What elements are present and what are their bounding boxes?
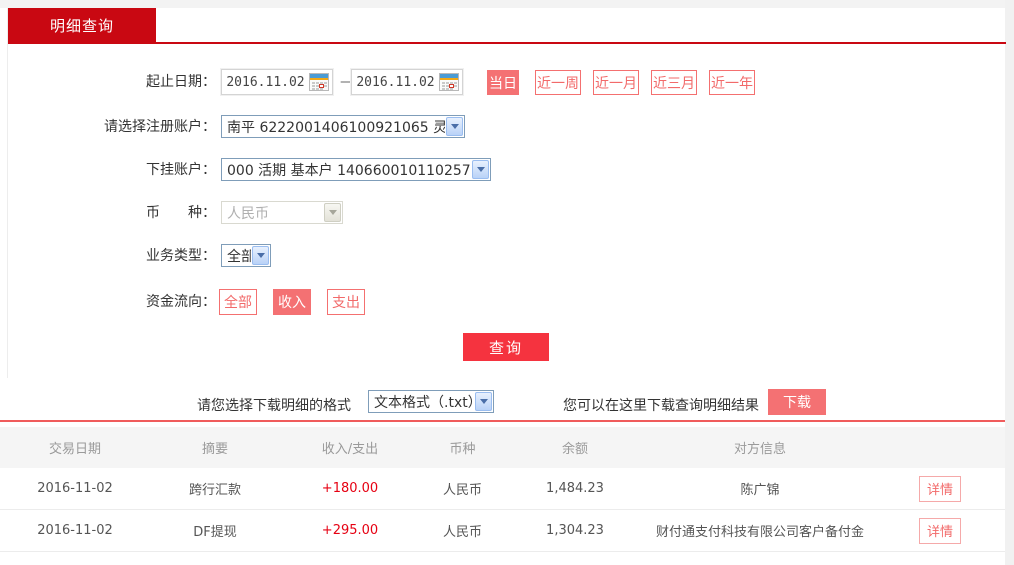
cell-counterparty: 财付通支付科技有限公司客户备付金 <box>645 521 875 540</box>
sub-account-select[interactable]: 000 活期 基本户 1406600101102571848 <box>221 158 491 181</box>
download-format-label: 请您选择下载明细的格式 <box>197 395 351 415</box>
chevron-down-icon <box>324 203 341 222</box>
cell-currency: 人民币 <box>420 521 505 540</box>
cell-currency: 人民币 <box>420 479 505 498</box>
header-date: 交易日期 <box>0 438 150 457</box>
detail-button[interactable]: 详情 <box>919 476 961 502</box>
fund-flow-label: 资金流向： <box>8 289 216 315</box>
register-account-value: 南平 6222001406100921065 灵通卡 <box>222 117 445 137</box>
download-format-select[interactable]: 文本格式（.txt） <box>368 390 494 413</box>
header-currency: 币种 <box>420 438 505 457</box>
quick-range-3month-button[interactable]: 近三月 <box>651 70 697 95</box>
quick-range-week-button[interactable]: 近一周 <box>535 70 581 95</box>
cell-summary: 跨行汇款 <box>150 479 280 498</box>
business-type-select[interactable]: 全部 <box>221 244 271 267</box>
right-gutter <box>1005 0 1014 565</box>
sub-account-value: 000 活期 基本户 1406600101102571848 <box>222 160 471 180</box>
header-counterparty: 对方信息 <box>645 438 875 457</box>
cell-date: 2016-11-02 <box>0 481 150 496</box>
business-type-value: 全部 <box>222 246 251 266</box>
table-row: 2016-11-02 跨行汇款 +180.00 人民币 1,484.23 陈广锦… <box>0 468 1005 510</box>
start-date-input[interactable]: 2016.11.02 <box>221 69 333 95</box>
section-divider <box>0 420 1005 422</box>
header-balance: 余额 <box>505 438 645 457</box>
register-account-label: 请选择注册账户： <box>8 114 216 140</box>
chevron-down-icon[interactable] <box>252 246 269 265</box>
detail-button[interactable]: 详情 <box>919 518 961 544</box>
tab-underline <box>8 42 1006 44</box>
quick-range-year-button[interactable]: 近一年 <box>709 70 755 95</box>
calendar-icon[interactable] <box>439 73 459 91</box>
fund-flow-expense-button[interactable]: 支出 <box>327 289 365 315</box>
quick-range-month-button[interactable]: 近一月 <box>593 70 639 95</box>
date-range-label: 起止日期： <box>8 69 216 95</box>
cell-summary: DF提现 <box>150 521 280 540</box>
calendar-icon[interactable] <box>309 73 329 91</box>
quick-range-today-button[interactable]: 当日 <box>487 70 519 95</box>
fund-flow-all-button[interactable]: 全部 <box>219 289 257 315</box>
cell-amount: +295.00 <box>280 523 420 538</box>
result-table: 交易日期 摘要 收入/支出 币种 余额 对方信息 2016-11-02 跨行汇款… <box>0 427 1005 552</box>
cell-amount: +180.00 <box>280 481 420 496</box>
start-date-value: 2016.11.02 <box>222 75 309 90</box>
currency-select: 人民币 <box>221 201 343 224</box>
business-type-label: 业务类型： <box>8 243 216 269</box>
register-account-select[interactable]: 南平 6222001406100921065 灵通卡 <box>221 115 465 138</box>
currency-value: 人民币 <box>222 203 323 223</box>
end-date-value: 2016.11.02 <box>352 75 439 90</box>
download-button[interactable]: 下载 <box>768 389 826 415</box>
header-summary: 摘要 <box>150 438 280 457</box>
table-header-row: 交易日期 摘要 收入/支出 币种 余额 对方信息 <box>0 427 1005 468</box>
chevron-down-icon[interactable] <box>472 160 489 179</box>
cell-counterparty: 陈广锦 <box>645 479 875 498</box>
cell-balance: 1,304.23 <box>505 523 645 538</box>
currency-label: 币 种： <box>8 200 216 226</box>
top-strip <box>0 0 1005 8</box>
cell-date: 2016-11-02 <box>0 523 150 538</box>
query-button[interactable]: 查询 <box>463 333 549 361</box>
fund-flow-income-button[interactable]: 收入 <box>273 289 311 315</box>
header-amount: 收入/支出 <box>280 438 420 457</box>
cell-balance: 1,484.23 <box>505 481 645 496</box>
query-form-panel: 明细查询 起止日期： 2016.11.02 — 2016.11.02 当日 近一… <box>7 8 1005 378</box>
tab-detail-query[interactable]: 明细查询 <box>8 8 156 42</box>
table-row: 2016-11-02 DF提现 +295.00 人民币 1,304.23 财付通… <box>0 510 1005 552</box>
sub-account-label: 下挂账户： <box>8 157 216 183</box>
chevron-down-icon[interactable] <box>475 392 492 411</box>
download-hint-label: 您可以在这里下载查询明细结果 <box>563 395 759 415</box>
chevron-down-icon[interactable] <box>446 117 463 136</box>
end-date-input[interactable]: 2016.11.02 <box>351 69 463 95</box>
download-format-value: 文本格式（.txt） <box>369 392 474 412</box>
